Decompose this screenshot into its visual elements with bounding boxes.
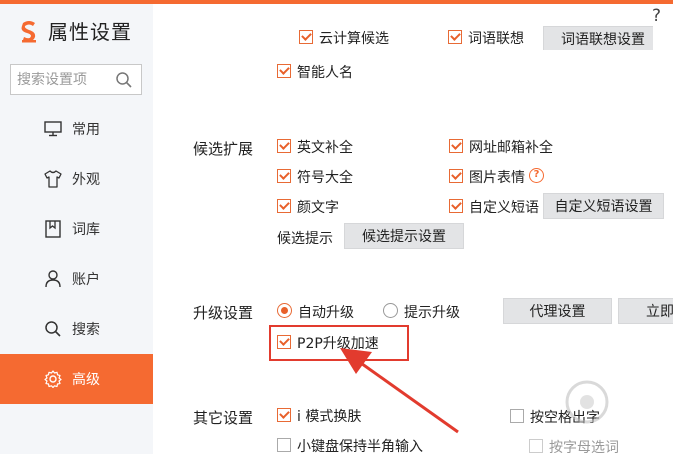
sidebar-item-lexicon[interactable]: 词库 [0,204,153,254]
lexicon-association-checkbox[interactable] [448,30,462,44]
smart-name-label: 智能人名 [297,65,353,81]
lexicon-association-label: 词语联想 [468,31,524,47]
brand: 属性设置 [18,16,132,45]
sidebar-item-label: 账户 [72,272,100,288]
keypad-half-width-checkbox[interactable] [277,438,291,452]
settings-search[interactable] [10,64,142,95]
sidebar-item-advanced[interactable]: 高级 [0,354,153,404]
imode-skin-label: i 模式换肤 [297,409,362,425]
window-title: 属性设置 [48,20,132,44]
watermark-logo-icon [565,380,609,424]
symbols-checkbox[interactable] [277,169,291,183]
upgrade-section-title: 升级设置 [193,304,254,322]
prompt-upgrade-radio[interactable] [383,303,398,318]
lexicon-association-settings-button[interactable]: 词语联想设置 [543,26,653,50]
auto-upgrade-label: 自动升级 [298,305,354,321]
book-icon [44,220,62,238]
smart-name-checkbox[interactable] [277,64,291,78]
sidebar-item-label: 常用 [72,122,100,138]
kaomoji-checkbox[interactable] [277,199,291,213]
symbols-label: 符号大全 [297,170,353,186]
sidebar-item-account[interactable]: 账户 [0,254,153,304]
info-help-icon[interactable]: ? [529,168,544,183]
sidebar-item-label: 高级 [72,372,100,388]
custom-phrases-checkbox[interactable] [449,199,463,213]
url-email-completion-checkbox[interactable] [449,139,463,153]
search-input[interactable] [11,65,111,94]
custom-phrases-label: 自定义短语 [469,200,539,216]
annotation-highlight-box [269,325,409,361]
imode-skin-checkbox[interactable] [277,408,291,422]
sidebar-item-search[interactable]: 搜索 [0,304,153,354]
candidate-hint-label: 候选提示 [277,231,333,247]
user-icon [44,270,62,288]
search-icon[interactable] [115,71,133,89]
shirt-icon [44,170,62,188]
image-emoji-label: 图片表情 [469,170,525,186]
other-section-title: 其它设置 [193,409,254,427]
candidate-ext-section-title: 候选扩展 [193,140,254,158]
url-email-completion-label: 网址邮箱补全 [469,140,553,156]
monitor-icon [44,120,62,138]
upgrade-now-button[interactable]: 立即 [618,298,673,324]
candidate-hint-settings-button[interactable]: 候选提示设置 [344,223,464,249]
cloud-candidate-label: 云计算候选 [319,31,389,47]
custom-phrases-settings-button[interactable]: 自定义短语设置 [543,193,664,219]
gear-icon [44,370,62,388]
sidebar-item-common[interactable]: 常用 [0,104,153,154]
sidebar-item-appearance[interactable]: 外观 [0,154,153,204]
prompt-upgrade-label: 提示升级 [404,305,460,321]
sidebar-item-label: 词库 [72,222,100,238]
help-button[interactable]: ? [652,6,661,26]
cloud-candidate-checkbox[interactable] [299,30,313,44]
sogou-logo-icon [18,19,40,43]
auto-upgrade-radio[interactable] [277,303,292,318]
search-icon [44,320,62,338]
sidebar-item-label: 搜索 [72,322,100,338]
kaomoji-label: 颜文字 [297,200,339,216]
english-completion-checkbox[interactable] [277,139,291,153]
sidebar: 属性设置 常用 外观 词库 账户 搜索 [0,4,153,454]
clipped-top-row: 云计算候选 词语联想 词语联想设置 [153,4,653,50]
english-completion-label: 英文补全 [297,140,353,156]
image-emoji-checkbox[interactable] [449,169,463,183]
sidebar-item-label: 外观 [72,172,100,188]
keypad-half-width-label: 小键盘保持半角输入 [297,439,423,454]
proxy-settings-button[interactable]: 代理设置 [503,298,612,324]
